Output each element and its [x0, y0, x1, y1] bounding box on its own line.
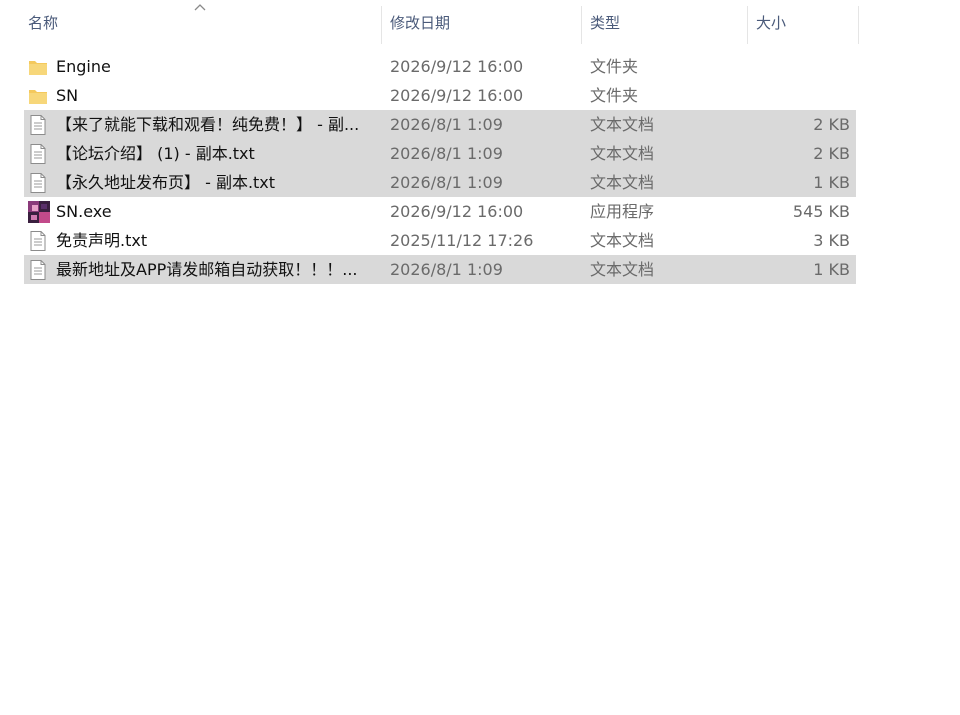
column-divider[interactable] — [858, 6, 859, 44]
file-date: 2025/11/12 17:26 — [390, 231, 534, 250]
column-header-size-label: 大小 — [756, 13, 787, 32]
folder-icon — [28, 56, 48, 78]
column-header-type[interactable]: 类型 — [582, 0, 747, 44]
file-date: 2026/9/12 16:00 — [390, 202, 524, 221]
file-list: Engine 2026/9/12 16:00 文件夹 SN 2026/9/12 … — [24, 52, 856, 284]
file-size — [750, 81, 850, 110]
text-file-icon — [28, 259, 48, 281]
file-type: 文本文档 — [590, 231, 655, 250]
column-header-name[interactable]: 名称 — [20, 0, 380, 44]
file-row[interactable]: SN.exe 2026/9/12 16:00 应用程序 545 KB — [24, 197, 856, 226]
file-row[interactable]: Engine 2026/9/12 16:00 文件夹 — [24, 52, 856, 81]
app-icon — [28, 200, 50, 223]
file-name: 【论坛介绍】 (1) - 副本.txt — [56, 144, 255, 163]
file-type: 文本文档 — [590, 144, 655, 163]
column-header-date-label: 修改日期 — [390, 13, 451, 32]
file-size: 1 KB — [813, 173, 850, 192]
file-name: SN.exe — [56, 202, 112, 221]
column-header-date[interactable]: 修改日期 — [382, 0, 580, 44]
file-explorer-window: 名称 修改日期 类型 大小 Engine 2026/9/12 16:00 文件夹 — [0, 0, 960, 715]
file-type: 文本文档 — [590, 173, 655, 192]
file-name: Engine — [56, 57, 111, 76]
file-size — [750, 52, 850, 81]
column-header-type-label: 类型 — [590, 13, 621, 32]
file-type: 文本文档 — [590, 260, 655, 279]
file-row[interactable]: SN 2026/9/12 16:00 文件夹 — [24, 81, 856, 110]
file-size: 545 KB — [792, 202, 850, 221]
folder-icon — [28, 85, 48, 107]
file-size: 1 KB — [813, 260, 850, 279]
file-type: 文本文档 — [590, 115, 655, 134]
file-name: 【永久地址发布页】 - 副本.txt — [56, 173, 276, 192]
file-row[interactable]: 【来了就能下载和观看！纯免费！】 - 副... 2026/8/1 1:09 文本… — [24, 110, 856, 139]
column-header-size[interactable]: 大小 — [748, 0, 858, 44]
file-row[interactable]: 【永久地址发布页】 - 副本.txt 2026/8/1 1:09 文本文档 1 … — [24, 168, 856, 197]
file-name: 【来了就能下载和观看！纯免费！】 - 副... — [56, 115, 360, 134]
file-date: 2026/8/1 1:09 — [390, 144, 503, 163]
file-name: 免责声明.txt — [56, 231, 148, 250]
file-date: 2026/8/1 1:09 — [390, 115, 503, 134]
text-file-icon — [28, 230, 48, 252]
text-file-icon — [28, 143, 48, 165]
column-header-name-label: 名称 — [28, 13, 59, 32]
file-size: 2 KB — [813, 115, 850, 134]
file-date: 2026/8/1 1:09 — [390, 173, 503, 192]
file-size: 2 KB — [813, 144, 850, 163]
file-date: 2026/8/1 1:09 — [390, 260, 503, 279]
file-type: 文件夹 — [590, 86, 639, 105]
file-row[interactable]: 免责声明.txt 2025/11/12 17:26 文本文档 3 KB — [24, 226, 856, 255]
file-name: 最新地址及APP请发邮箱自动获取！！！... — [56, 260, 358, 279]
column-header-row: 名称 修改日期 类型 大小 — [0, 0, 860, 44]
file-type: 文件夹 — [590, 57, 639, 76]
file-row[interactable]: 最新地址及APP请发邮箱自动获取！！！... 2026/8/1 1:09 文本文… — [24, 255, 856, 284]
text-file-icon — [28, 114, 48, 136]
file-date: 2026/9/12 16:00 — [390, 86, 524, 105]
file-name: SN — [56, 86, 79, 105]
file-date: 2026/9/12 16:00 — [390, 57, 524, 76]
file-size: 3 KB — [813, 231, 850, 250]
text-file-icon — [28, 172, 48, 194]
file-type: 应用程序 — [590, 202, 655, 221]
file-row[interactable]: 【论坛介绍】 (1) - 副本.txt 2026/8/1 1:09 文本文档 2… — [24, 139, 856, 168]
